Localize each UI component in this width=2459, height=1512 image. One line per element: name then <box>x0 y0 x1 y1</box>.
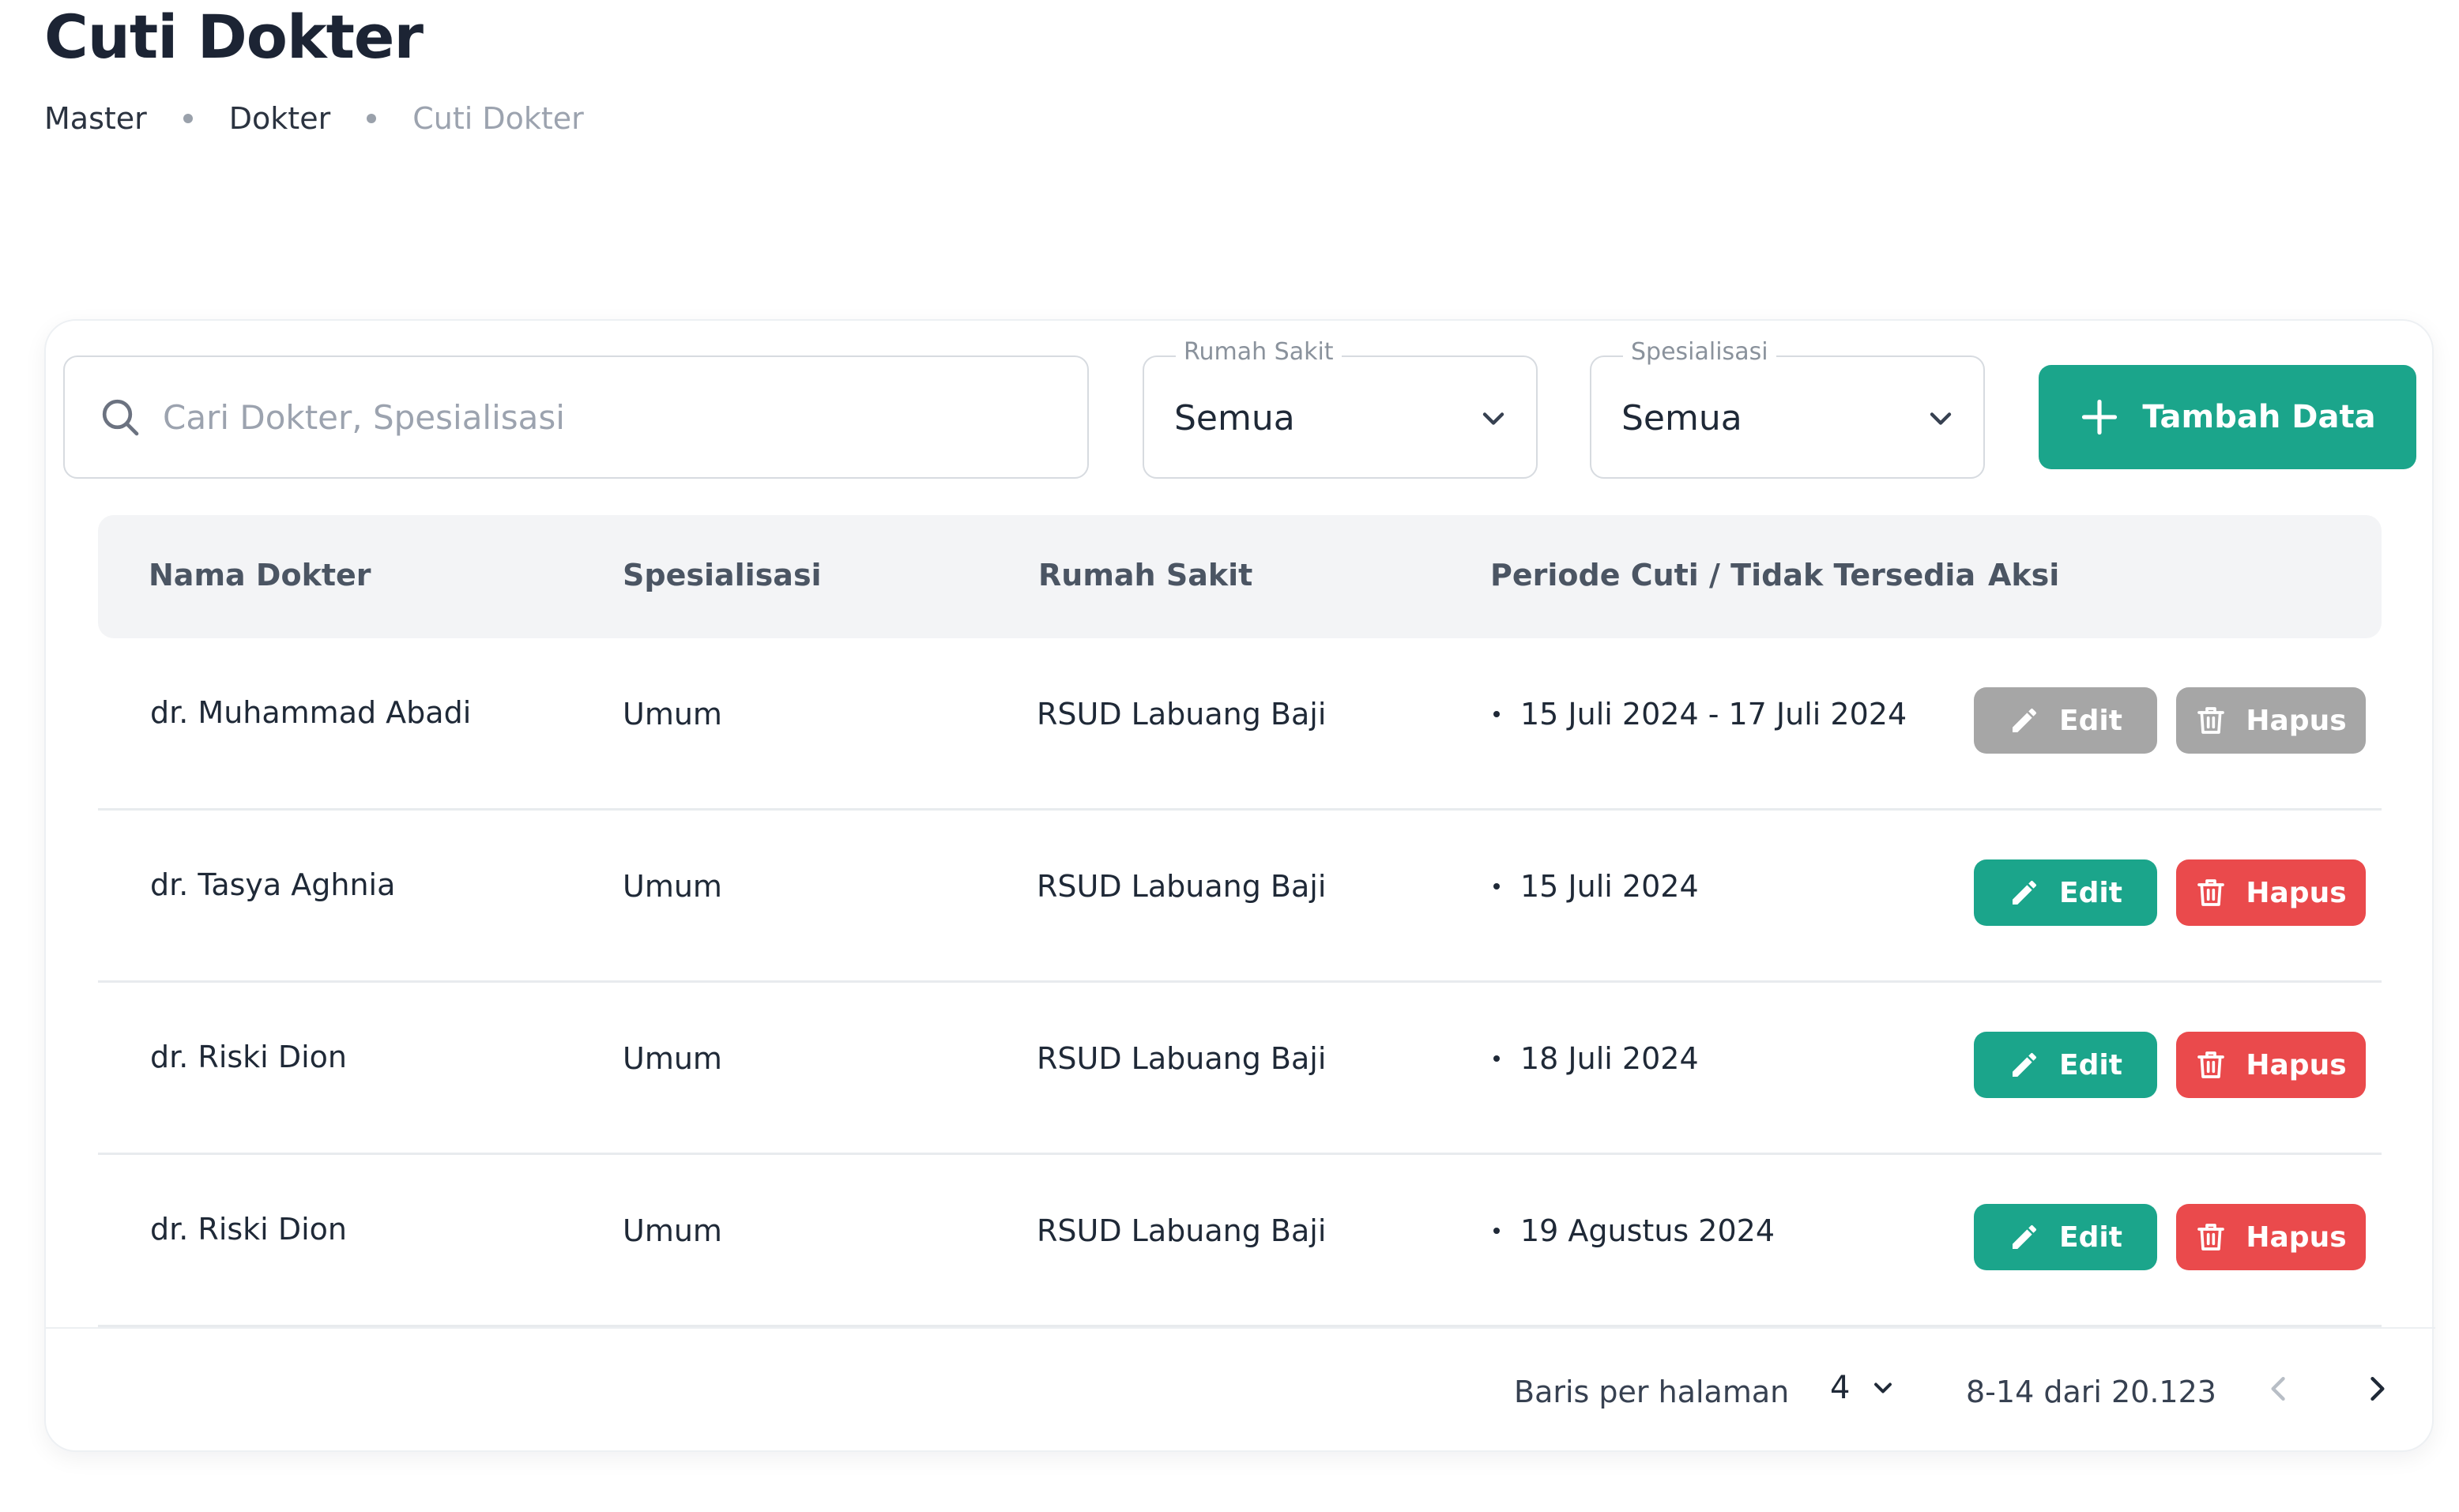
rows-per-page-select[interactable]: 4 <box>1830 1370 1897 1406</box>
specialization-cell: Umum <box>623 697 722 732</box>
doctor-name-cell: dr. Riski Dion <box>150 1212 347 1247</box>
plus-icon <box>2082 399 2118 435</box>
page: Cuti Dokter Master Dokter Cuti Dokter Ru… <box>0 0 2459 1512</box>
hospital-cell: RSUD Labuang Baji <box>1037 1213 1327 1248</box>
bullet-dot <box>1493 883 1500 890</box>
hospital-filter-value: Semua <box>1174 398 1295 438</box>
breadcrumb-item-master[interactable]: Master <box>44 101 147 136</box>
column-header-doctor-name: Nama Dokter <box>149 558 371 592</box>
trash-icon <box>2197 1224 2225 1251</box>
pencil-icon <box>2013 881 2037 905</box>
rows-per-page-label: Baris per halaman <box>1514 1375 1790 1409</box>
column-header-specialization: Spesialisasi <box>623 558 822 592</box>
leave-period-text: 15 Juli 2024 <box>1520 869 1699 904</box>
pencil-icon <box>2013 709 2037 732</box>
leave-period-text: 18 Juli 2024 <box>1520 1041 1699 1076</box>
specialization-cell: Umum <box>623 1213 722 1248</box>
pencil-icon <box>2013 1225 2037 1249</box>
delete-label: Hapus <box>2246 876 2347 909</box>
edit-label: Edit <box>2059 1048 2122 1081</box>
breadcrumb: Master Dokter Cuti Dokter <box>44 101 584 136</box>
breadcrumb-separator <box>183 114 193 123</box>
bullet-dot <box>1493 1055 1500 1062</box>
delete-button[interactable]: Hapus <box>2176 687 2366 754</box>
chevron-down-icon <box>1930 412 1952 425</box>
delete-button[interactable]: Hapus <box>2176 1032 2366 1098</box>
edit-button[interactable]: Edit <box>1974 687 2157 754</box>
add-data-button[interactable]: Tambah Data <box>2039 365 2416 469</box>
doctor-name-cell: dr. Riski Dion <box>150 1040 347 1074</box>
search-input[interactable] <box>163 397 1032 437</box>
doctor-name-cell: dr. Muhammad Abadi <box>150 695 472 730</box>
specialization-cell: Umum <box>623 1041 722 1076</box>
chevron-down-icon <box>1482 412 1504 425</box>
leave-period-cell: 15 Juli 2024 <box>1493 869 1699 904</box>
delete-label: Hapus <box>2246 1221 2347 1254</box>
breadcrumb-item-dokter[interactable]: Dokter <box>229 101 330 136</box>
specialization-cell: Umum <box>623 869 722 904</box>
edit-label: Edit <box>2059 1221 2122 1254</box>
delete-button[interactable]: Hapus <box>2176 1204 2366 1270</box>
hospital-cell: RSUD Labuang Baji <box>1037 869 1327 904</box>
edit-button[interactable]: Edit <box>1974 1032 2157 1098</box>
breadcrumb-separator <box>367 114 377 123</box>
page-title: Cuti Dokter <box>44 2 424 72</box>
pencil-icon <box>2013 1053 2037 1077</box>
hospital-cell: RSUD Labuang Baji <box>1037 1041 1327 1076</box>
search-box[interactable] <box>63 355 1089 479</box>
leave-period-text: 19 Agustus 2024 <box>1520 1213 1775 1248</box>
edit-label: Edit <box>2059 876 2122 909</box>
table-row: dr. Muhammad Abadi Umum RSUD Labuang Baj… <box>98 638 2382 811</box>
table-header: Nama Dokter Spesialisasi Rumah Sakit Per… <box>98 515 2382 638</box>
trash-icon <box>2197 1051 2225 1078</box>
column-header-hospital: Rumah Sakit <box>1038 558 1253 592</box>
specialization-filter-select[interactable]: Spesialisasi Semua <box>1590 338 1985 479</box>
column-header-leave-period: Periode Cuti / Tidak Tersedia <box>1490 558 1976 592</box>
pagination-range: 8-14 dari 20.123 <box>1966 1375 2216 1409</box>
leave-period-cell: 15 Juli 2024 - 17 Juli 2024 <box>1493 697 1907 732</box>
doctor-name-cell: dr. Tasya Aghnia <box>150 867 396 902</box>
add-data-label: Tambah Data <box>2142 399 2376 435</box>
edit-button[interactable]: Edit <box>1974 1204 2157 1270</box>
hospital-cell: RSUD Labuang Baji <box>1037 697 1327 732</box>
footer-divider <box>46 1327 2435 1329</box>
bullet-dot <box>1493 1228 1500 1234</box>
delete-button[interactable]: Hapus <box>2176 859 2366 926</box>
column-header-actions: Aksi <box>1988 558 2060 592</box>
trash-icon <box>2197 707 2225 734</box>
chevron-right-icon[interactable] <box>2359 1371 2394 1406</box>
hospital-filter-select[interactable]: Rumah Sakit Semua <box>1143 338 1538 479</box>
hospital-filter-label: Rumah Sakit <box>1176 338 1342 366</box>
leave-period-cell: 18 Juli 2024 <box>1493 1041 1699 1076</box>
search-icon <box>102 399 139 436</box>
leave-period-text: 15 Juli 2024 - 17 Juli 2024 <box>1520 697 1907 732</box>
chevron-down-icon <box>1874 1382 1892 1394</box>
leave-table-card: Rumah Sakit Semua Spesialisasi Semua Tam… <box>44 319 2435 1452</box>
edit-button[interactable]: Edit <box>1974 859 2157 926</box>
trash-icon <box>2197 879 2225 906</box>
table-row: dr. Tasya Aghnia Umum RSUD Labuang Baji … <box>98 811 2382 983</box>
edit-label: Edit <box>2059 704 2122 737</box>
table-row: dr. Riski Dion Umum RSUD Labuang Baji 18… <box>98 983 2382 1155</box>
delete-label: Hapus <box>2246 1048 2347 1081</box>
leave-period-cell: 19 Agustus 2024 <box>1493 1213 1775 1248</box>
specialization-filter-value: Semua <box>1621 398 1742 438</box>
delete-label: Hapus <box>2246 704 2347 737</box>
table-row: dr. Riski Dion Umum RSUD Labuang Baji 19… <box>98 1155 2382 1327</box>
bullet-dot <box>1493 711 1500 717</box>
breadcrumb-item-current: Cuti Dokter <box>412 101 584 136</box>
rows-per-page-value: 4 <box>1830 1370 1851 1406</box>
chevron-left-icon[interactable] <box>2261 1371 2296 1406</box>
specialization-filter-label: Spesialisasi <box>1623 338 1776 366</box>
